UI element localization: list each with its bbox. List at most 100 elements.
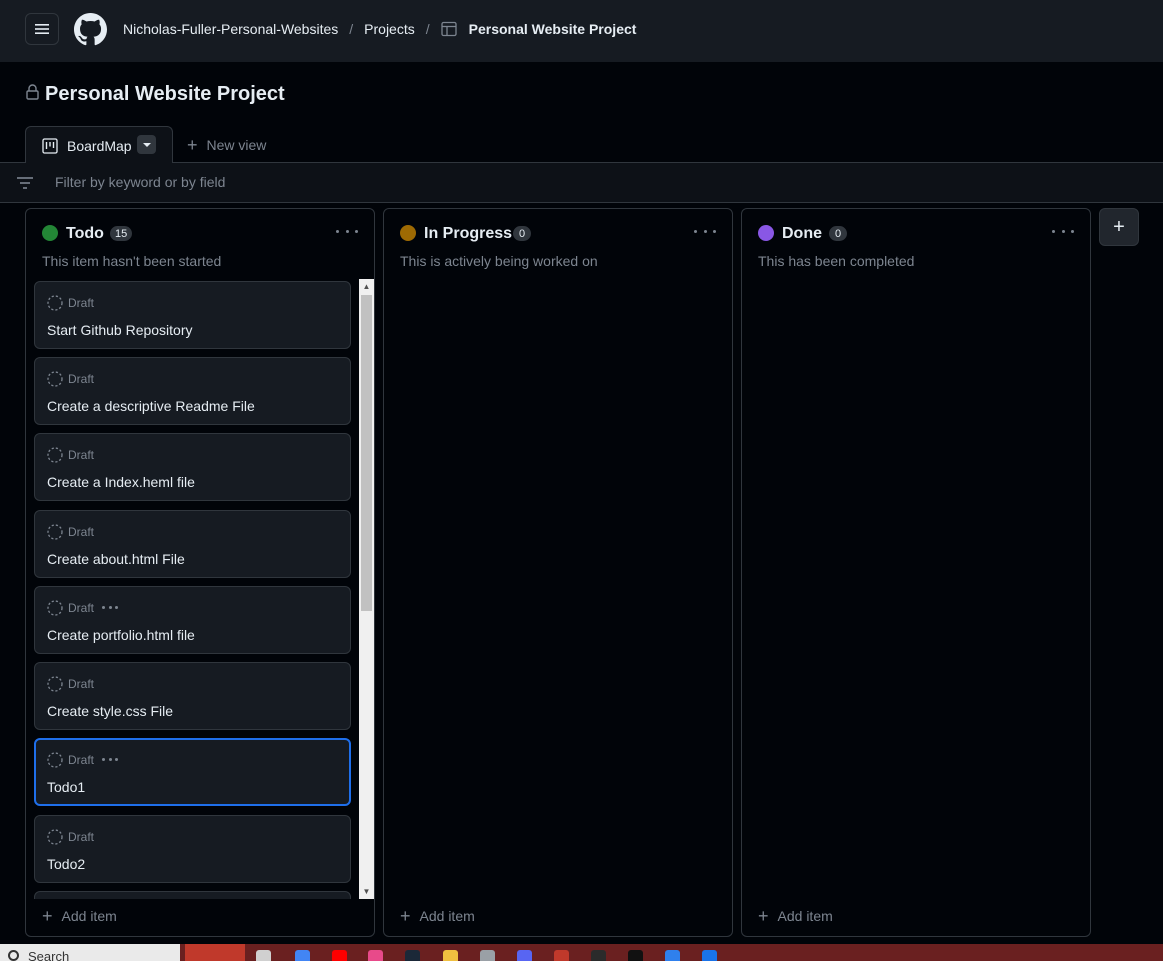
terminal-icon[interactable] [591, 950, 606, 961]
item-count-badge: 0 [513, 226, 531, 241]
breadcrumb-separator: / [349, 21, 354, 37]
draft-icon [47, 295, 63, 311]
app-icon[interactable] [368, 950, 383, 961]
page-title: Personal Website Project [45, 83, 285, 105]
draft-icon [47, 600, 63, 616]
card-title[interactable]: Create style.css File [47, 703, 173, 719]
breadcrumb-project-link[interactable]: Personal Website Project [469, 21, 637, 37]
tab-boardmap[interactable]: BoardMap [25, 126, 173, 164]
card-title[interactable]: Create about.html File [47, 551, 185, 567]
card-item[interactable]: Draft Todo2 [34, 815, 351, 883]
tab-label: BoardMap [67, 138, 132, 154]
card-status: Draft [68, 448, 95, 462]
folder-icon[interactable] [443, 950, 458, 961]
search-icon [8, 950, 19, 961]
card-title[interactable]: Todo2 [47, 856, 85, 872]
more-icon [102, 606, 105, 609]
app-icon[interactable] [554, 950, 569, 961]
column-title: Todo [66, 225, 104, 242]
draft-icon [47, 371, 63, 387]
draft-icon [47, 829, 63, 845]
card-item[interactable]: Draft Create a descriptive Readme File [34, 357, 351, 425]
plus-icon: + [758, 906, 769, 926]
card-item[interactable] [34, 891, 351, 899]
column-description: This item hasn't been started [42, 253, 222, 269]
breadcrumb-projects-link[interactable]: Projects [364, 21, 415, 37]
card-item[interactable]: Draft Create about.html File [34, 510, 351, 578]
taskbar-search[interactable]: Search [0, 944, 180, 961]
item-count-badge: 0 [829, 226, 847, 241]
add-item-label: Add item [777, 908, 833, 924]
app-icon[interactable] [702, 950, 717, 961]
card-title[interactable]: Todo1 [47, 779, 85, 795]
card-menu-button[interactable] [102, 758, 118, 761]
card-title[interactable]: Create a Index.heml file [47, 474, 195, 490]
column-menu-button[interactable] [694, 223, 716, 239]
card-status: Draft [68, 601, 95, 615]
breadcrumb-org-link[interactable]: Nicholas-Fuller-Personal-Websites [123, 21, 338, 37]
steam-icon[interactable] [405, 950, 420, 961]
top-bar: Nicholas-Fuller-Personal-Websites / Proj… [0, 0, 1163, 62]
card-item[interactable]: Draft Create style.css File [34, 662, 351, 730]
card-title[interactable]: Create portfolio.html file [47, 627, 195, 643]
more-icon [694, 229, 697, 233]
card-item[interactable]: Draft Create a Index.heml file [34, 433, 351, 501]
status-dot [42, 225, 58, 241]
photos-icon[interactable] [480, 950, 495, 961]
menu-button[interactable] [25, 13, 59, 45]
app-icon[interactable] [665, 950, 680, 961]
card-item[interactable]: Draft Start Github Repository [34, 281, 351, 349]
column-description: This has been completed [758, 253, 915, 269]
add-item-button[interactable]: + Add item [758, 906, 833, 926]
add-item-button[interactable]: + Add item [400, 906, 475, 926]
github-logo-icon[interactable] [74, 13, 107, 46]
filter-icon[interactable] [17, 176, 33, 190]
task-view-icon[interactable] [256, 950, 271, 961]
plus-icon: + [187, 135, 198, 155]
table-icon [440, 21, 457, 37]
chrome-icon[interactable] [295, 950, 310, 961]
column-todo: Todo 15 This item hasn't been started Dr… [25, 208, 375, 937]
draft-icon [47, 447, 63, 463]
scrollbar-thumb[interactable] [361, 295, 372, 611]
item-count-badge: 15 [110, 226, 133, 241]
column-title: In Progress [424, 225, 513, 242]
add-item-button[interactable]: + Add item [42, 906, 117, 926]
card-list-scrollbar[interactable]: ▲ ▼ [359, 279, 374, 899]
filter-input[interactable]: Filter by keyword or by field [55, 174, 225, 190]
plus-icon: + [42, 906, 53, 926]
scroll-up-icon[interactable]: ▲ [359, 279, 374, 294]
card-title[interactable]: Create a descriptive Readme File [47, 398, 255, 414]
breadcrumb-separator: / [425, 21, 430, 37]
column-menu-button[interactable] [1052, 223, 1074, 239]
column-done: Done 0 This has been completed + Add ite… [741, 208, 1091, 937]
card-status: Draft [68, 296, 95, 310]
more-icon [102, 758, 105, 761]
card-status: Draft [68, 830, 95, 844]
scroll-down-icon[interactable]: ▼ [359, 884, 374, 899]
card-title[interactable]: Start Github Repository [47, 322, 193, 338]
new-view-button[interactable]: + New view [187, 135, 266, 155]
card-status: Draft [68, 372, 95, 386]
app-icon[interactable] [628, 950, 643, 961]
caret-down-icon [142, 142, 151, 147]
plus-icon: + [1113, 215, 1125, 238]
discord-icon[interactable] [517, 950, 532, 961]
lock-icon [26, 84, 39, 100]
taskbar-search-label: Search [28, 949, 70, 961]
card-menu-button[interactable] [102, 606, 118, 609]
card-item-selected[interactable]: Draft Todo1 [34, 738, 351, 806]
add-item-label: Add item [61, 908, 117, 924]
add-column-button[interactable]: + [1099, 208, 1139, 246]
column-menu-button[interactable] [336, 223, 358, 239]
plus-icon: + [400, 906, 411, 926]
os-taskbar: Search [0, 944, 1163, 961]
taskbar-image [185, 944, 245, 961]
card-item[interactable]: Draft Create portfolio.html file [34, 586, 351, 654]
filter-bar: Filter by keyword or by field [0, 163, 1163, 203]
youtube-icon[interactable] [332, 950, 347, 961]
view-options-button[interactable] [137, 135, 156, 154]
column-description: This is actively being worked on [400, 253, 598, 269]
more-icon [1052, 229, 1055, 233]
card-status: Draft [68, 525, 95, 539]
